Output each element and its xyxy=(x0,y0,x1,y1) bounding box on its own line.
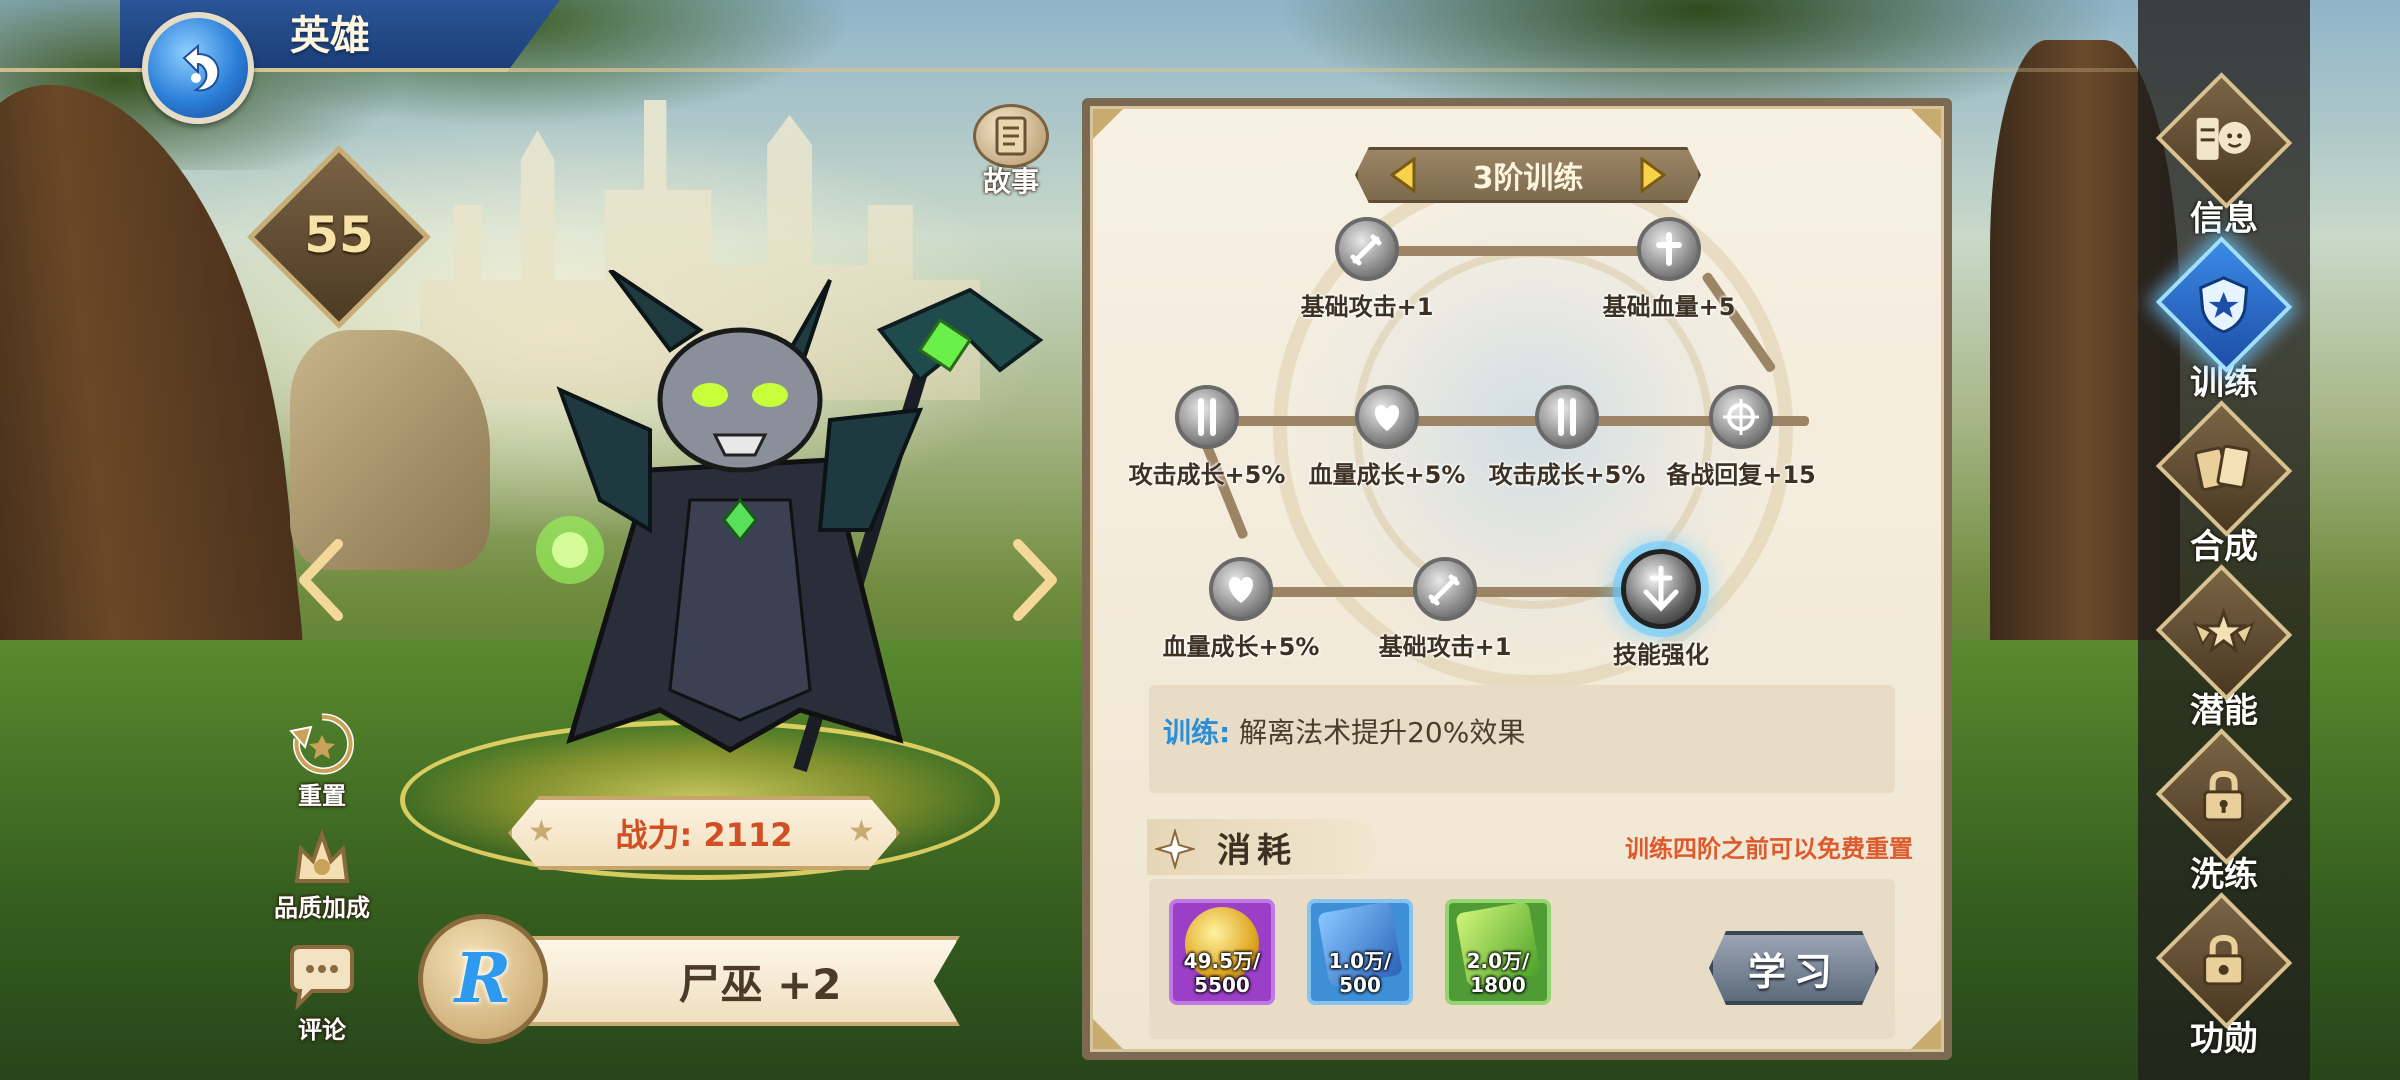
double-sword-icon xyxy=(1558,398,1576,436)
tier-title: 3阶训练 xyxy=(1472,161,1584,196)
heart-plus-icon xyxy=(1374,405,1400,431)
story-label: 故事 xyxy=(982,165,1039,198)
crosshair-icon xyxy=(1723,399,1759,435)
back-button[interactable] xyxy=(142,12,254,124)
skill-sword-icon xyxy=(1643,565,1679,612)
story-button[interactable]: 故事 xyxy=(968,104,1054,200)
star-icon: ★ xyxy=(528,814,555,849)
training-node-9-label: 技能强化 xyxy=(1613,641,1709,669)
menu-info[interactable]: 信息 xyxy=(2146,72,2302,240)
rock xyxy=(290,330,490,570)
hero-name: 尸巫 +2 xyxy=(678,959,842,1009)
menu-synthesis[interactable]: 合成 xyxy=(2146,400,2302,568)
quality-bonus-icon xyxy=(284,818,360,894)
training-node-7[interactable] xyxy=(1209,557,1273,621)
hero-level: 55 xyxy=(304,206,374,264)
cost-item-blue-book-qty: 1.0万/ 500 xyxy=(1328,949,1392,997)
training-node-6-label: 备战回复+15 xyxy=(1666,461,1816,489)
quality-bonus-label: 品质加成 xyxy=(274,894,370,922)
cost-item-blue-book[interactable]: 1.0万/ 500 xyxy=(1307,899,1413,1005)
menu-synthesis-frame xyxy=(2155,400,2293,537)
training-node-2-label: 基础血量+5 xyxy=(1602,293,1736,321)
training-node-3[interactable] xyxy=(1175,385,1239,449)
sword-icon xyxy=(1350,234,1382,266)
menu-training[interactable]: 训练 xyxy=(2146,236,2302,404)
learn-label: 学习 xyxy=(1747,949,1840,994)
training-node-9[interactable] xyxy=(1621,549,1701,629)
corner-ornament xyxy=(1093,109,1123,139)
page-title: 英雄 xyxy=(290,13,370,59)
prev-hero-button[interactable] xyxy=(296,538,346,622)
description-label: 训练: xyxy=(1163,716,1231,749)
combat-power-box: 战力: 2112 xyxy=(508,796,900,870)
corner-ornament xyxy=(1911,1019,1941,1049)
training-panel: 3阶训练 基础攻击+1 基础血量+5 攻击成长+5% 血量成长+5% 攻击成长+… xyxy=(1082,98,1952,1060)
star-wings-icon xyxy=(2193,607,2255,654)
comment-label: 评论 xyxy=(298,1016,346,1044)
training-shield-icon xyxy=(2199,275,2249,334)
tier-prev-button[interactable] xyxy=(1388,157,1418,193)
description-text: 解离法术提升20%效果 xyxy=(1239,716,1526,749)
sword-icon xyxy=(1428,574,1460,606)
menu-merit-frame xyxy=(2155,892,2293,1029)
chevron-left-icon xyxy=(299,539,343,621)
cost-item-green-book-qty: 2.0万/ 1800 xyxy=(1466,949,1530,997)
training-node-4[interactable] xyxy=(1355,385,1419,449)
cost-item-green-book[interactable]: 2.0万/ 1800 xyxy=(1445,899,1551,1005)
comment-button[interactable]: 评论 xyxy=(262,940,382,1045)
scroll-icon xyxy=(973,104,1049,168)
reset-icon xyxy=(284,706,360,782)
menu-training-frame xyxy=(2155,236,2293,373)
rarity-letter: R xyxy=(454,939,512,1019)
node-connector xyxy=(1365,246,1665,256)
cost-title: 消耗 xyxy=(1217,830,1297,871)
training-node-6[interactable] xyxy=(1709,385,1773,449)
quality-bonus-button[interactable]: 品质加成 xyxy=(262,818,382,923)
corner-ornament xyxy=(1093,1019,1123,1049)
training-panel-body: 3阶训练 基础攻击+1 基础血量+5 攻击成长+5% 血量成长+5% 攻击成长+… xyxy=(1090,106,1944,1052)
menu-refine[interactable]: 洗练 xyxy=(2146,728,2302,896)
learn-button[interactable]: 学习 xyxy=(1709,931,1879,1005)
reset-button[interactable]: 重置 xyxy=(262,706,382,811)
corner-ornament xyxy=(1911,109,1941,139)
star-icon: ★ xyxy=(848,814,875,849)
menu-info-frame xyxy=(2155,72,2293,209)
double-sword-icon xyxy=(1198,398,1216,436)
menu-potential-frame xyxy=(2155,564,2293,701)
menu-merit[interactable]: 功勋 xyxy=(2146,892,2302,1060)
medal-lock-icon xyxy=(2203,934,2245,985)
heart-plus-icon xyxy=(1228,577,1254,603)
training-node-1[interactable] xyxy=(1335,217,1399,281)
menu-refine-frame xyxy=(2155,728,2293,865)
info-face-icon xyxy=(2197,117,2251,160)
menu-potential[interactable]: 潜能 xyxy=(2146,564,2302,732)
rarity-badge: R xyxy=(418,914,548,1044)
training-node-8-label: 基础攻击+1 xyxy=(1378,633,1512,661)
training-node-8[interactable] xyxy=(1413,557,1477,621)
training-node-5[interactable] xyxy=(1535,385,1599,449)
chat-bubble-icon xyxy=(284,940,360,1016)
cost-hint: 训练四阶之前可以免费重置 xyxy=(1625,835,1913,863)
tier-next-button[interactable] xyxy=(1638,157,1668,193)
cost-item-gold[interactable]: 49.5万/ 5500 xyxy=(1169,899,1275,1005)
training-description-box: 训练: 解离法术提升20%效果 xyxy=(1149,685,1895,793)
training-node-1-label: 基础攻击+1 xyxy=(1300,293,1434,321)
cost-item-gold-qty: 49.5万/ 5500 xyxy=(1183,949,1261,997)
back-arrow-icon xyxy=(182,43,220,92)
hero-name-plate: 尸巫 +2 xyxy=(520,936,960,1026)
tier-selector: 3阶训练 xyxy=(1355,147,1701,203)
cross-icon xyxy=(1656,232,1682,266)
sparkle-icon xyxy=(1155,829,1195,869)
hero-character-lich xyxy=(536,270,1044,773)
reset-label: 重置 xyxy=(298,782,346,810)
combat-power: 战力: 2112 xyxy=(615,816,793,854)
training-node-2[interactable] xyxy=(1637,217,1701,281)
lock-icon xyxy=(2203,770,2245,821)
cards-icon xyxy=(2194,444,2252,491)
